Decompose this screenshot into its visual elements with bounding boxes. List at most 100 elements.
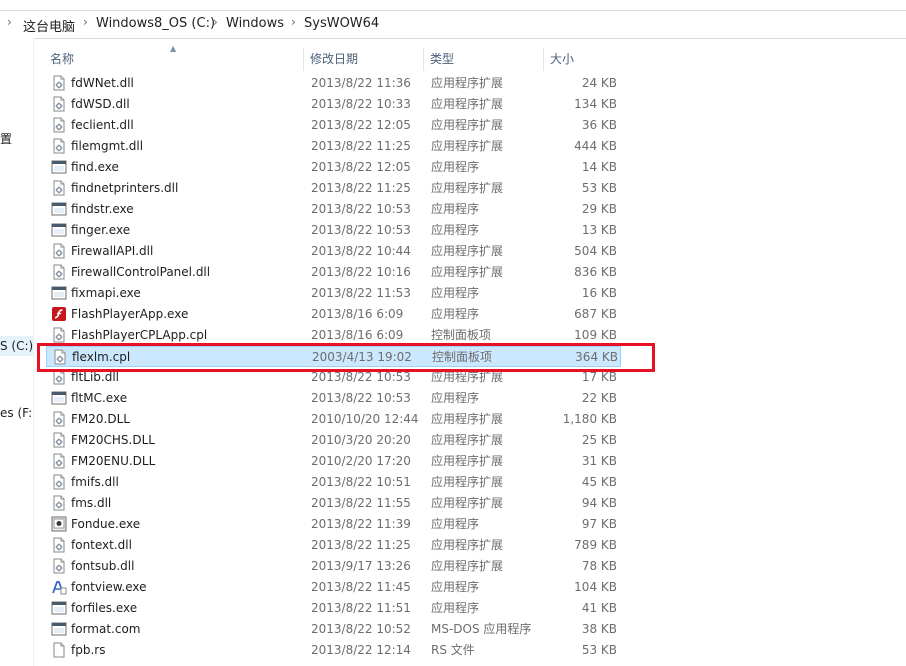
exe-icon — [51, 621, 67, 637]
file-type: 应用程序扩展 — [431, 496, 504, 510]
file-date-modified: 2013/8/22 12:14 — [311, 643, 411, 657]
file-row[interactable]: finger.exe 2013/8/22 10:53 应用程序 13 KB — [46, 220, 621, 241]
dll-icon — [51, 75, 67, 91]
file-row[interactable]: forfiles.exe 2013/8/22 11:51 应用程序 41 KB — [46, 598, 621, 619]
file-date-modified: 2013/8/22 11:25 — [311, 538, 411, 552]
file-row[interactable]: fpb.rs 2013/8/22 12:14 RS 文件 53 KB — [46, 640, 621, 661]
file-row[interactable]: format.com 2013/8/22 10:52 MS-DOS 应用程序 38 K… — [46, 619, 621, 640]
file-type: 应用程序 — [431, 601, 480, 615]
file-name: FlashPlayerApp.exe — [71, 307, 189, 321]
dll-icon — [51, 117, 67, 133]
file-date-modified: 2013/8/22 10:16 — [311, 265, 411, 279]
file-name: FM20ENU.DLL — [71, 454, 156, 468]
file-row[interactable]: fdWNet.dll 2013/8/22 11:36 应用程序扩展 24 KB — [46, 73, 621, 94]
file-name: fdWSD.dll — [71, 97, 130, 111]
file-icon — [51, 642, 67, 658]
file-name: fontsub.dll — [71, 559, 135, 573]
file-name: fms.dll — [71, 496, 112, 510]
navigation-pane[interactable]: 置 S (C:) es (F:) — [0, 38, 33, 666]
file-row[interactable]: FirewallControlPanel.dll 2013/8/22 10:16 应… — [46, 262, 621, 283]
file-row[interactable]: findnetprinters.dll 2013/8/22 11:25 应用程序扩展… — [46, 178, 621, 199]
breadcrumb-windows[interactable]: Windows — [226, 16, 284, 31]
nav-item-settings[interactable]: 置 — [0, 130, 12, 147]
flash-icon — [51, 306, 67, 322]
column-size[interactable]: 大小 — [544, 48, 624, 71]
file-row[interactable]: FirewallAPI.dll 2013/8/22 10:44 应用程序扩展 504 … — [46, 241, 621, 262]
file-date-modified: 2013/8/22 10:53 — [311, 223, 411, 237]
file-type: 应用程序 — [431, 286, 480, 300]
file-type: 应用程序扩展 — [431, 559, 504, 573]
file-name: filemgmt.dll — [71, 139, 144, 153]
file-row[interactable]: find.exe 2013/8/22 12:05 应用程序 14 KB — [46, 157, 621, 178]
file-row[interactable]: FlashPlayerApp.exe 2013/8/16 6:09 应用程序 687 … — [46, 304, 621, 325]
chevron-right-icon[interactable]: › — [83, 15, 88, 29]
breadcrumb-syswow64[interactable]: SysWOW64 — [304, 16, 379, 31]
file-row[interactable]: fontview.exe 2013/8/22 11:45 应用程序 104 KB — [46, 577, 621, 598]
chevron-right-icon[interactable]: › — [7, 15, 12, 29]
file-size: 29 KB — [581, 202, 617, 216]
file-date-modified: 2013/8/22 11:39 — [311, 517, 411, 531]
column-date-modified[interactable]: 修改日期 — [304, 48, 424, 71]
file-row[interactable]: FM20CHS.DLL 2010/3/20 20:20 应用程序扩展 25 KB — [46, 430, 621, 451]
font-icon — [51, 579, 67, 595]
file-date-modified: 2013/8/22 10:53 — [311, 391, 411, 405]
file-row[interactable]: fontext.dll 2013/8/22 11:25 应用程序扩展 789 KB — [46, 535, 621, 556]
nav-item-drive-c[interactable]: S (C:) — [0, 336, 33, 356]
breadcrumb-drive-c[interactable]: Windows8_OS (C:) — [96, 16, 215, 31]
pane-divider[interactable] — [33, 38, 34, 666]
file-size: 97 KB — [581, 517, 617, 531]
file-type: MS-DOS 应用程序 — [431, 622, 532, 636]
file-row[interactable]: fixmapi.exe 2013/8/22 11:53 应用程序 16 KB — [46, 283, 621, 304]
file-row[interactable]: feclient.dll 2013/8/22 12:05 应用程序扩展 36 KB — [46, 115, 621, 136]
exe-icon — [51, 285, 67, 301]
file-date-modified: 2013/8/22 10:52 — [311, 622, 411, 636]
dll-icon — [51, 474, 67, 490]
file-type: 应用程序扩展 — [431, 412, 504, 426]
file-name: fpb.rs — [71, 643, 106, 657]
address-bar[interactable]: › 这台电脑 › Windows8_OS (C:) › Windows › Sy… — [0, 10, 906, 39]
file-row[interactable]: fltMC.exe 2013/8/22 10:53 应用程序 22 KB — [46, 388, 621, 409]
file-name: Fondue.exe — [71, 517, 141, 531]
chevron-right-icon[interactable]: › — [291, 15, 296, 29]
file-size: 504 KB — [574, 244, 617, 258]
column-header: ▲ 名称 修改日期 类型 大小 — [44, 44, 624, 71]
exe-icon — [51, 201, 67, 217]
chevron-right-icon[interactable]: › — [213, 15, 218, 29]
file-name: feclient.dll — [71, 118, 134, 132]
file-row[interactable]: filemgmt.dll 2013/8/22 11:25 应用程序扩展 444 KB — [46, 136, 621, 157]
file-size: 687 KB — [574, 307, 617, 321]
fondue-icon — [51, 516, 67, 532]
file-size: 22 KB — [581, 391, 617, 405]
file-row[interactable]: fms.dll 2013/8/22 11:55 应用程序扩展 94 KB — [46, 493, 621, 514]
file-name: find.exe — [71, 160, 119, 174]
file-date-modified: 2013/8/22 11:55 — [311, 496, 411, 510]
file-row[interactable]: FM20.DLL 2010/10/20 12:44 应用程序扩展 1,180 KB — [46, 409, 621, 430]
file-type: 应用程序扩展 — [431, 538, 504, 552]
dll-icon — [51, 432, 67, 448]
file-row[interactable]: fontsub.dll 2013/9/17 13:26 应用程序扩展 78 KB — [46, 556, 621, 577]
file-name: format.com — [71, 622, 141, 636]
nav-item-drive-f[interactable]: es (F:) — [0, 406, 33, 420]
breadcrumb-this-pc[interactable]: 这台电脑 — [23, 16, 75, 35]
file-type: 应用程序扩展 — [431, 139, 504, 153]
file-type: 应用程序扩展 — [431, 265, 504, 279]
file-row[interactable]: FM20ENU.DLL 2010/2/20 17:20 应用程序扩展 31 KB — [46, 451, 621, 472]
file-size: 45 KB — [581, 475, 617, 489]
file-name: finger.exe — [71, 223, 131, 237]
file-date-modified: 2013/8/22 12:05 — [311, 160, 411, 174]
file-size: 31 KB — [581, 454, 617, 468]
file-size: 25 KB — [581, 433, 617, 447]
file-row[interactable]: findstr.exe 2013/8/22 10:53 应用程序 29 KB — [46, 199, 621, 220]
dll-icon — [51, 453, 67, 469]
file-size: 36 KB — [581, 118, 617, 132]
file-type: 应用程序扩展 — [431, 433, 504, 447]
file-row[interactable]: Fondue.exe 2013/8/22 11:39 应用程序 97 KB — [46, 514, 621, 535]
dll-icon — [51, 138, 67, 154]
file-date-modified: 2013/9/17 13:26 — [311, 559, 411, 573]
column-name[interactable]: 名称 — [44, 48, 304, 71]
file-name: fontext.dll — [71, 538, 132, 552]
file-row[interactable]: fmifs.dll 2013/8/22 10:51 应用程序扩展 45 KB — [46, 472, 621, 493]
file-size: 836 KB — [574, 265, 617, 279]
file-row[interactable]: fdWSD.dll 2013/8/22 10:33 应用程序扩展 134 KB — [46, 94, 621, 115]
column-type[interactable]: 类型 — [424, 48, 544, 71]
